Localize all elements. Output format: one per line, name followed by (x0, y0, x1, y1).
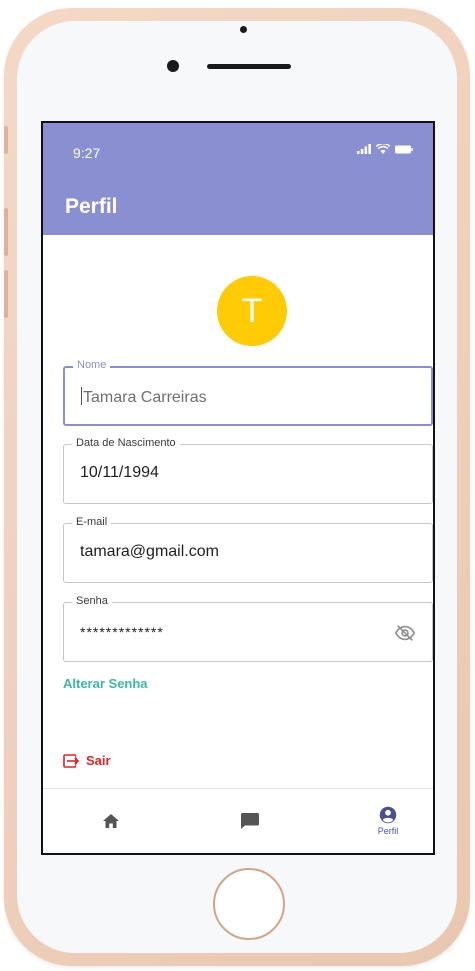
password-field-label: Senha (72, 595, 112, 607)
avatar[interactable]: T (217, 276, 287, 346)
front-camera (167, 60, 179, 72)
chat-icon (241, 813, 259, 829)
side-button (4, 270, 8, 318)
device-mockup: 9:27 Perfil T Nome Tamara Carreiras Data… (0, 0, 475, 971)
nav-item-profile[interactable]: Perfil (348, 789, 428, 853)
logout-button[interactable]: Sair (63, 753, 111, 768)
birth-date-field[interactable]: Data de Nascimento 10/11/1994 (63, 437, 433, 504)
email-field[interactable]: E-mail tamara@gmail.com (63, 516, 433, 583)
account-circle-icon (379, 806, 397, 824)
wifi-icon (376, 144, 390, 154)
status-bar: 9:27 (43, 123, 433, 179)
change-password-link[interactable]: Alterar Senha (63, 676, 148, 691)
name-field-label: Nome (73, 359, 111, 371)
logout-icon (63, 753, 79, 768)
birth-date-field-value: 10/11/1994 (80, 464, 159, 481)
side-button (4, 208, 8, 256)
text-caret (81, 387, 82, 405)
earpiece-speaker (207, 64, 291, 69)
app-bar: Perfil (43, 179, 433, 235)
nav-item-profile-label: Perfil (377, 826, 399, 836)
app-screen: 9:27 Perfil T Nome Tamara Carreiras Data… (41, 121, 435, 855)
battery-icon (395, 145, 413, 153)
password-field[interactable]: Senha ************* (63, 595, 433, 662)
proximity-sensor (240, 26, 247, 33)
status-icons (357, 144, 413, 154)
logout-label: Sair (86, 753, 111, 768)
page-title: Perfil (65, 195, 118, 218)
avatar-initial: T (241, 291, 263, 330)
bottom-navigation: Perfil (43, 788, 433, 853)
name-field-value: Tamara Carreiras (81, 387, 207, 407)
nav-item-chat[interactable] (210, 789, 290, 853)
name-value-text: Tamara Carreiras (83, 389, 207, 406)
signal-icon (357, 144, 371, 154)
side-button (4, 126, 8, 154)
birth-date-field-label: Data de Nascimento (72, 437, 180, 449)
status-time: 9:27 (73, 145, 101, 161)
eye-off-icon[interactable] (394, 622, 416, 644)
password-field-value: ************* (80, 624, 164, 640)
home-hardware-button[interactable] (213, 868, 285, 940)
home-icon (103, 814, 119, 828)
email-field-label: E-mail (72, 516, 112, 528)
name-field[interactable]: Nome Tamara Carreiras (63, 359, 433, 426)
email-field-value: tamara@gmail.com (80, 543, 219, 560)
nav-item-home[interactable] (71, 789, 151, 853)
